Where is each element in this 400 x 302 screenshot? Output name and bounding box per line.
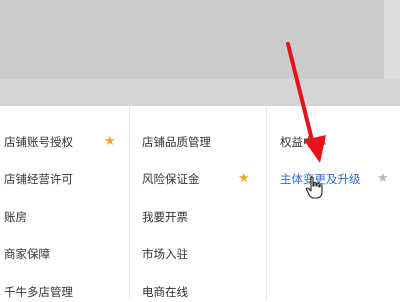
- overlay-strip: [0, 0, 384, 79]
- menu-item-label: 店铺品质管理: [142, 135, 211, 149]
- menu-item-label: 账房: [4, 210, 27, 224]
- menu-column-2: 店铺品质管理 风险保证金 ★ 我要开票 市场入驻 电商在线: [129, 106, 266, 300]
- menu-item-invoice[interactable]: 我要开票: [142, 207, 188, 227]
- menu-item-label: 风险保证金: [142, 172, 200, 186]
- menu-item-ecommerce-online[interactable]: 电商在线: [142, 282, 188, 302]
- menu-item-label: 市场入驻: [142, 247, 188, 261]
- menu-item-shop-quality[interactable]: 店铺品质管理: [142, 132, 211, 152]
- menu-item-multi-shop[interactable]: 千牛多店管理: [4, 282, 73, 302]
- menu-item-label: 权益中心: [280, 135, 326, 149]
- star-icon[interactable]: ★: [238, 169, 250, 189]
- menu-item-label: 我要开票: [142, 210, 188, 224]
- menu-panel: 店铺账号授权 ★ 店铺经营许可 账房 商家保障 千牛多店管理 店铺品质管理 风险…: [0, 106, 400, 300]
- star-icon[interactable]: ★: [104, 132, 116, 152]
- menu-item-shop-license[interactable]: 店铺经营许可: [4, 169, 73, 189]
- menu-column-3: 权益中心 主体变更及升级 ★: [266, 106, 400, 300]
- hand-cursor-icon: [305, 176, 323, 199]
- menu-item-label: 电商在线: [142, 285, 188, 299]
- menu-item-shop-account-auth[interactable]: 店铺账号授权 ★: [4, 132, 116, 152]
- menu-item-zhangfang[interactable]: 账房: [4, 207, 27, 227]
- backdrop-overlay: [0, 0, 400, 106]
- menu-item-label: 店铺账号授权: [4, 135, 73, 149]
- menu-item-rights-center[interactable]: 权益中心: [280, 132, 326, 152]
- menu-item-label: 店铺经营许可: [4, 172, 73, 186]
- menu-item-market-entry[interactable]: 市场入驻: [142, 244, 188, 264]
- star-icon[interactable]: ★: [377, 169, 389, 189]
- menu-item-risk-deposit[interactable]: 风险保证金 ★: [142, 169, 250, 189]
- overlay-edge: [384, 0, 400, 79]
- menu-item-label: 商家保障: [4, 247, 50, 261]
- menu-column-1: 店铺账号授权 ★ 店铺经营许可 账房 商家保障 千牛多店管理: [0, 106, 128, 300]
- menu-item-label: 千牛多店管理: [4, 285, 73, 299]
- menu-item-merchant-guarantee[interactable]: 商家保障: [4, 244, 50, 264]
